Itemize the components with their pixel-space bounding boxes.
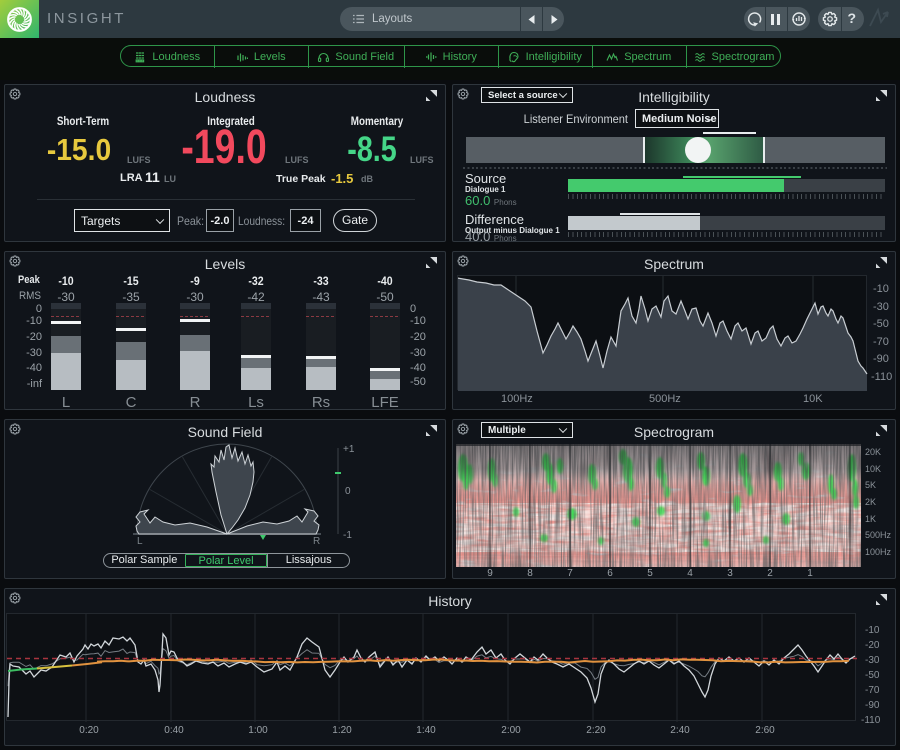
svg-text:+1: +1 bbox=[343, 444, 355, 455]
svg-text:-1: -1 bbox=[343, 530, 352, 541]
svg-text:0: 0 bbox=[345, 486, 351, 497]
svg-text:L: L bbox=[137, 536, 143, 547]
svg-text:R: R bbox=[313, 536, 320, 547]
